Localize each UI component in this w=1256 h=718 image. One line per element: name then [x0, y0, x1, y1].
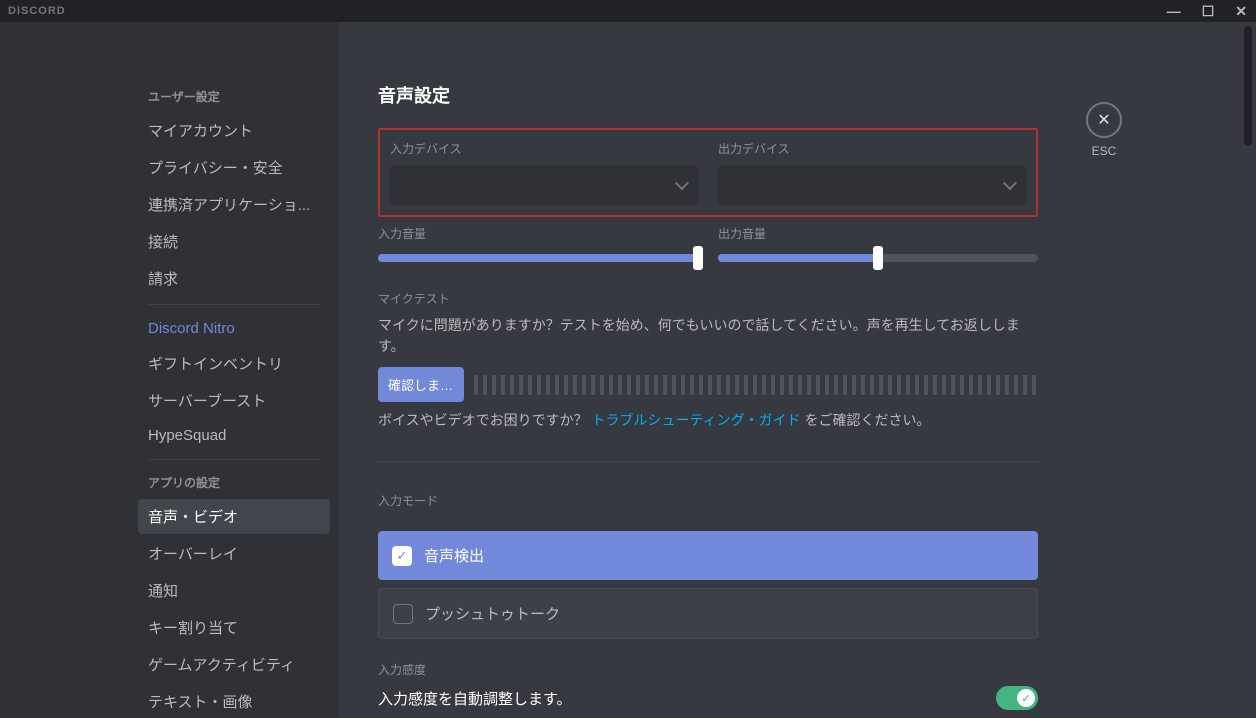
- sidebar-item-nitro[interactable]: Discord Nitro: [138, 313, 330, 344]
- input-mode-label: 入力モード: [378, 492, 1038, 509]
- sidebar-item-my-account[interactable]: マイアカウント: [138, 113, 330, 148]
- mic-test-button[interactable]: 確認しまし...: [378, 367, 464, 402]
- app-logo-text: DISCORD: [8, 5, 66, 17]
- output-device-select[interactable]: [718, 165, 1026, 205]
- sidebar-item-overlay[interactable]: オーバーレイ: [138, 536, 330, 571]
- maximize-button[interactable]: ☐: [1202, 3, 1216, 20]
- settings-sidebar: ユーザー設定 マイアカウント プライバシー・安全 連携済アプリケーショ... 接…: [0, 22, 338, 718]
- checkbox-checked-icon: ✓: [392, 546, 412, 566]
- sidebar-category-user: ユーザー設定: [138, 82, 330, 111]
- titlebar: DISCORD — ☐ ✕: [0, 0, 1256, 22]
- sidebar-item-gift-inventory[interactable]: ギフトインベントリ: [138, 346, 330, 381]
- close-settings-button[interactable]: ✕: [1086, 102, 1122, 138]
- esc-label: ESC: [1086, 144, 1122, 158]
- sidebar-item-authorized-apps[interactable]: 連携済アプリケーショ...: [138, 187, 330, 222]
- mic-test-label: マイクテスト: [378, 290, 1038, 307]
- window-controls: — ☐ ✕: [1167, 3, 1248, 20]
- settings-content: 音声設定 入力デバイス 出力デバイス 入力音量: [338, 22, 1256, 718]
- scrollbar[interactable]: [1244, 26, 1252, 146]
- sidebar-item-voice-video[interactable]: 音声・ビデオ: [138, 499, 330, 534]
- sensitivity-label: 入力感度: [378, 661, 1038, 678]
- device-highlight-frame: 入力デバイス 出力デバイス: [378, 128, 1038, 217]
- close-icon: ✕: [1097, 110, 1110, 130]
- output-device-label: 出力デバイス: [718, 140, 1026, 157]
- sidebar-divider: [148, 459, 320, 460]
- sidebar-item-billing[interactable]: 請求: [138, 261, 330, 296]
- close-window-button[interactable]: ✕: [1235, 3, 1248, 20]
- output-volume-label: 出力音量: [718, 225, 1038, 242]
- sidebar-item-connections[interactable]: 接続: [138, 224, 330, 259]
- output-volume-slider[interactable]: [718, 254, 1038, 262]
- mic-level-meter: [474, 375, 1038, 395]
- input-device-select[interactable]: [390, 165, 698, 205]
- sidebar-item-privacy[interactable]: プライバシー・安全: [138, 150, 330, 185]
- input-volume-label: 入力音量: [378, 225, 698, 242]
- sidebar-item-hypesquad[interactable]: HypeSquad: [138, 420, 330, 451]
- mode-push-to-talk[interactable]: プッシュトゥトーク: [378, 588, 1038, 639]
- sidebar-item-server-boost[interactable]: サーバーブースト: [138, 383, 330, 418]
- input-device-label: 入力デバイス: [390, 140, 698, 157]
- sidebar-item-text-images[interactable]: テキスト・画像: [138, 684, 330, 718]
- sidebar-item-game-activity[interactable]: ゲームアクティビティ: [138, 647, 330, 682]
- troubleshoot-text: ボイスやビデオでお困りですか？ トラブルシューティング・ガイド をご確認ください…: [378, 410, 1038, 431]
- minimize-button[interactable]: —: [1167, 3, 1182, 20]
- content-divider: [378, 461, 1038, 462]
- mode-voice-activity[interactable]: ✓ 音声検出: [378, 531, 1038, 580]
- troubleshoot-link[interactable]: トラブルシューティング・ガイド: [591, 412, 800, 428]
- auto-sensitivity-toggle[interactable]: [996, 686, 1038, 710]
- checkbox-unchecked-icon: [393, 604, 413, 624]
- sidebar-item-notifications[interactable]: 通知: [138, 573, 330, 608]
- input-volume-slider[interactable]: [378, 254, 698, 262]
- sidebar-category-app: アプリの設定: [138, 468, 330, 497]
- auto-sensitivity-label: 入力感度を自動調整します。: [378, 688, 572, 709]
- sidebar-item-keybinds[interactable]: キー割り当て: [138, 610, 330, 645]
- sidebar-divider: [148, 304, 320, 305]
- mic-test-description: マイクに問題がありますか？テストを始め、何でもいいので話してください。声を再生し…: [378, 315, 1038, 357]
- page-title: 音声設定: [378, 82, 1038, 108]
